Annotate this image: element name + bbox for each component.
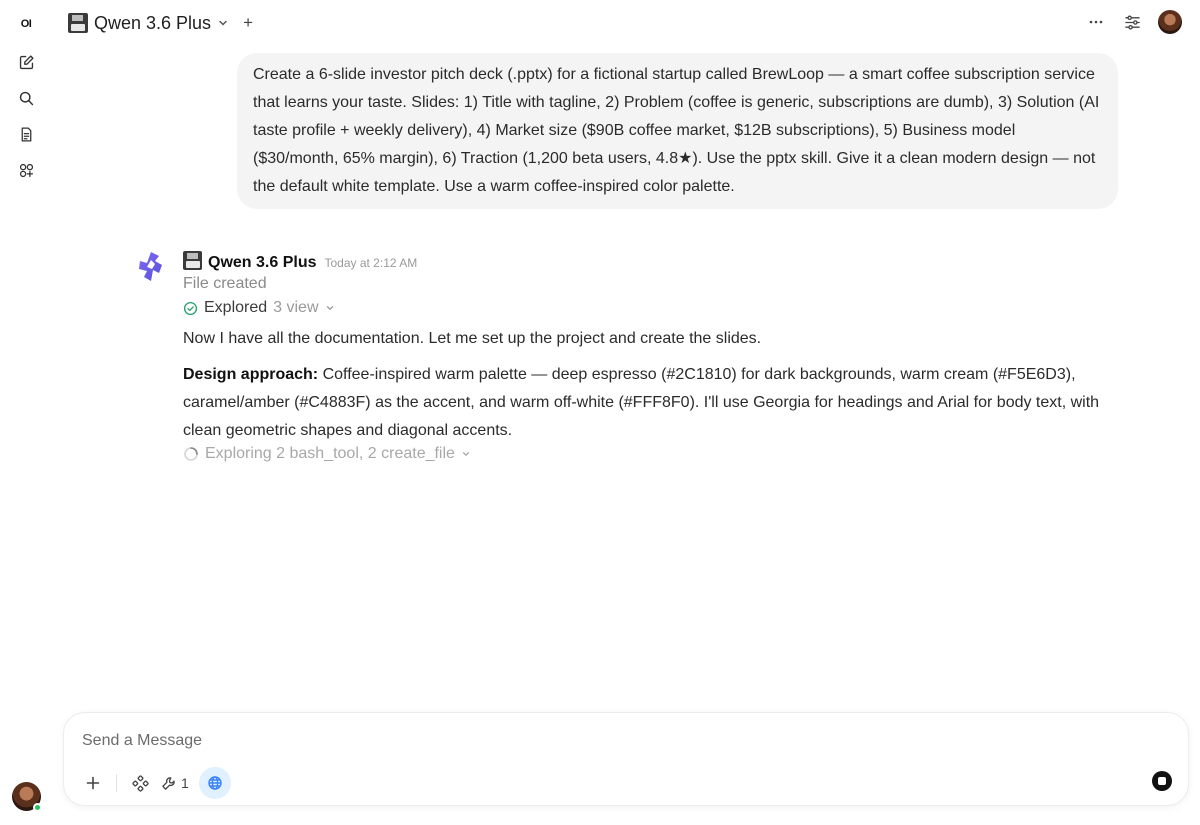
stop-icon (1158, 777, 1166, 785)
chevron-down-icon (462, 452, 470, 457)
model-name: Qwen 3.6 Plus (94, 12, 212, 33)
chevron-down-icon (326, 306, 333, 311)
user-message-bubble: Create a 6-slide investor pitch deck (.p… (237, 53, 1118, 209)
model-selector[interactable]: Qwen 3.6 Plus (68, 13, 229, 34)
integrations-icon (131, 774, 149, 792)
user-message-text: Create a 6-slide investor pitch deck (.p… (253, 66, 1100, 195)
search-icon (19, 91, 33, 105)
tools-button[interactable]: 1 (161, 775, 189, 791)
workspace-button[interactable] (12, 156, 40, 184)
controls-button[interactable] (1122, 12, 1142, 32)
floppy-disk-icon (183, 251, 202, 270)
left-rail: OI (0, 0, 52, 825)
workspace-icon (19, 163, 33, 177)
notes-icon (21, 126, 31, 142)
composer-toolbar: 1 (78, 767, 231, 799)
new-chat-icon (19, 54, 34, 69)
toolbar-divider (116, 774, 117, 792)
more-options-button[interactable] (1086, 12, 1106, 32)
design-approach-text: Coffee-inspired warm palette — deep espr… (183, 366, 1100, 439)
tools-count: 1 (181, 775, 189, 791)
explored-count: 3 view (273, 299, 319, 316)
check-circle-icon (183, 301, 198, 315)
design-approach-paragraph: Design approach: Coffee-inspired warm pa… (183, 361, 1103, 445)
new-chat-button[interactable] (12, 48, 40, 76)
more-horizontal-icon (1089, 20, 1103, 24)
sliders-icon (1124, 15, 1140, 29)
profile-avatar[interactable] (1158, 10, 1182, 34)
attach-button[interactable] (78, 768, 108, 798)
stop-generation-button[interactable] (1152, 771, 1172, 791)
explored-toggle[interactable]: Explored 3 view (183, 299, 1103, 317)
status-file-created: File created (183, 275, 267, 292)
assistant-header: Qwen 3.6 Plus Today at 2:12 AM (183, 248, 1103, 272)
exploring-toggle[interactable]: Exploring 2 bash_tool, 2 create_file (183, 445, 1103, 463)
globe-icon (208, 776, 222, 790)
header-actions (1086, 10, 1182, 34)
wrench-icon (162, 776, 175, 790)
design-approach-label: Design approach: (183, 366, 319, 383)
online-status-dot (33, 803, 42, 812)
message-input[interactable] (82, 732, 1082, 750)
exploring-label: Exploring 2 bash_tool, 2 create_file (205, 445, 455, 462)
web-search-toggle[interactable] (198, 767, 231, 799)
assistant-body: Qwen 3.6 Plus Today at 2:12 AM File crea… (183, 248, 1103, 463)
chevron-down-icon (219, 20, 227, 26)
message-timestamp: Today at 2:12 AM (324, 256, 418, 270)
app-logo[interactable]: OI (15, 15, 37, 33)
message-composer: 1 (63, 712, 1189, 806)
loading-spinner-icon (184, 447, 198, 461)
search-button[interactable] (12, 84, 40, 112)
explored-label: Explored (204, 299, 268, 316)
qwen-logo-icon (139, 252, 162, 281)
notes-button[interactable] (12, 120, 40, 148)
add-model-button[interactable]: + (243, 13, 253, 33)
app-window: OI Qwen 3.6 Plus + Create a 6-slide inve… (0, 0, 1200, 825)
floppy-disk-icon (68, 13, 88, 33)
assistant-paragraph: Now I have all the documentation. Let me… (183, 330, 762, 347)
assistant-name: Qwen 3.6 Plus (208, 254, 317, 271)
top-bar: Qwen 3.6 Plus + (52, 0, 1200, 46)
integrations-button[interactable] (125, 768, 155, 798)
user-avatar[interactable] (12, 782, 42, 812)
plus-icon (86, 776, 100, 790)
